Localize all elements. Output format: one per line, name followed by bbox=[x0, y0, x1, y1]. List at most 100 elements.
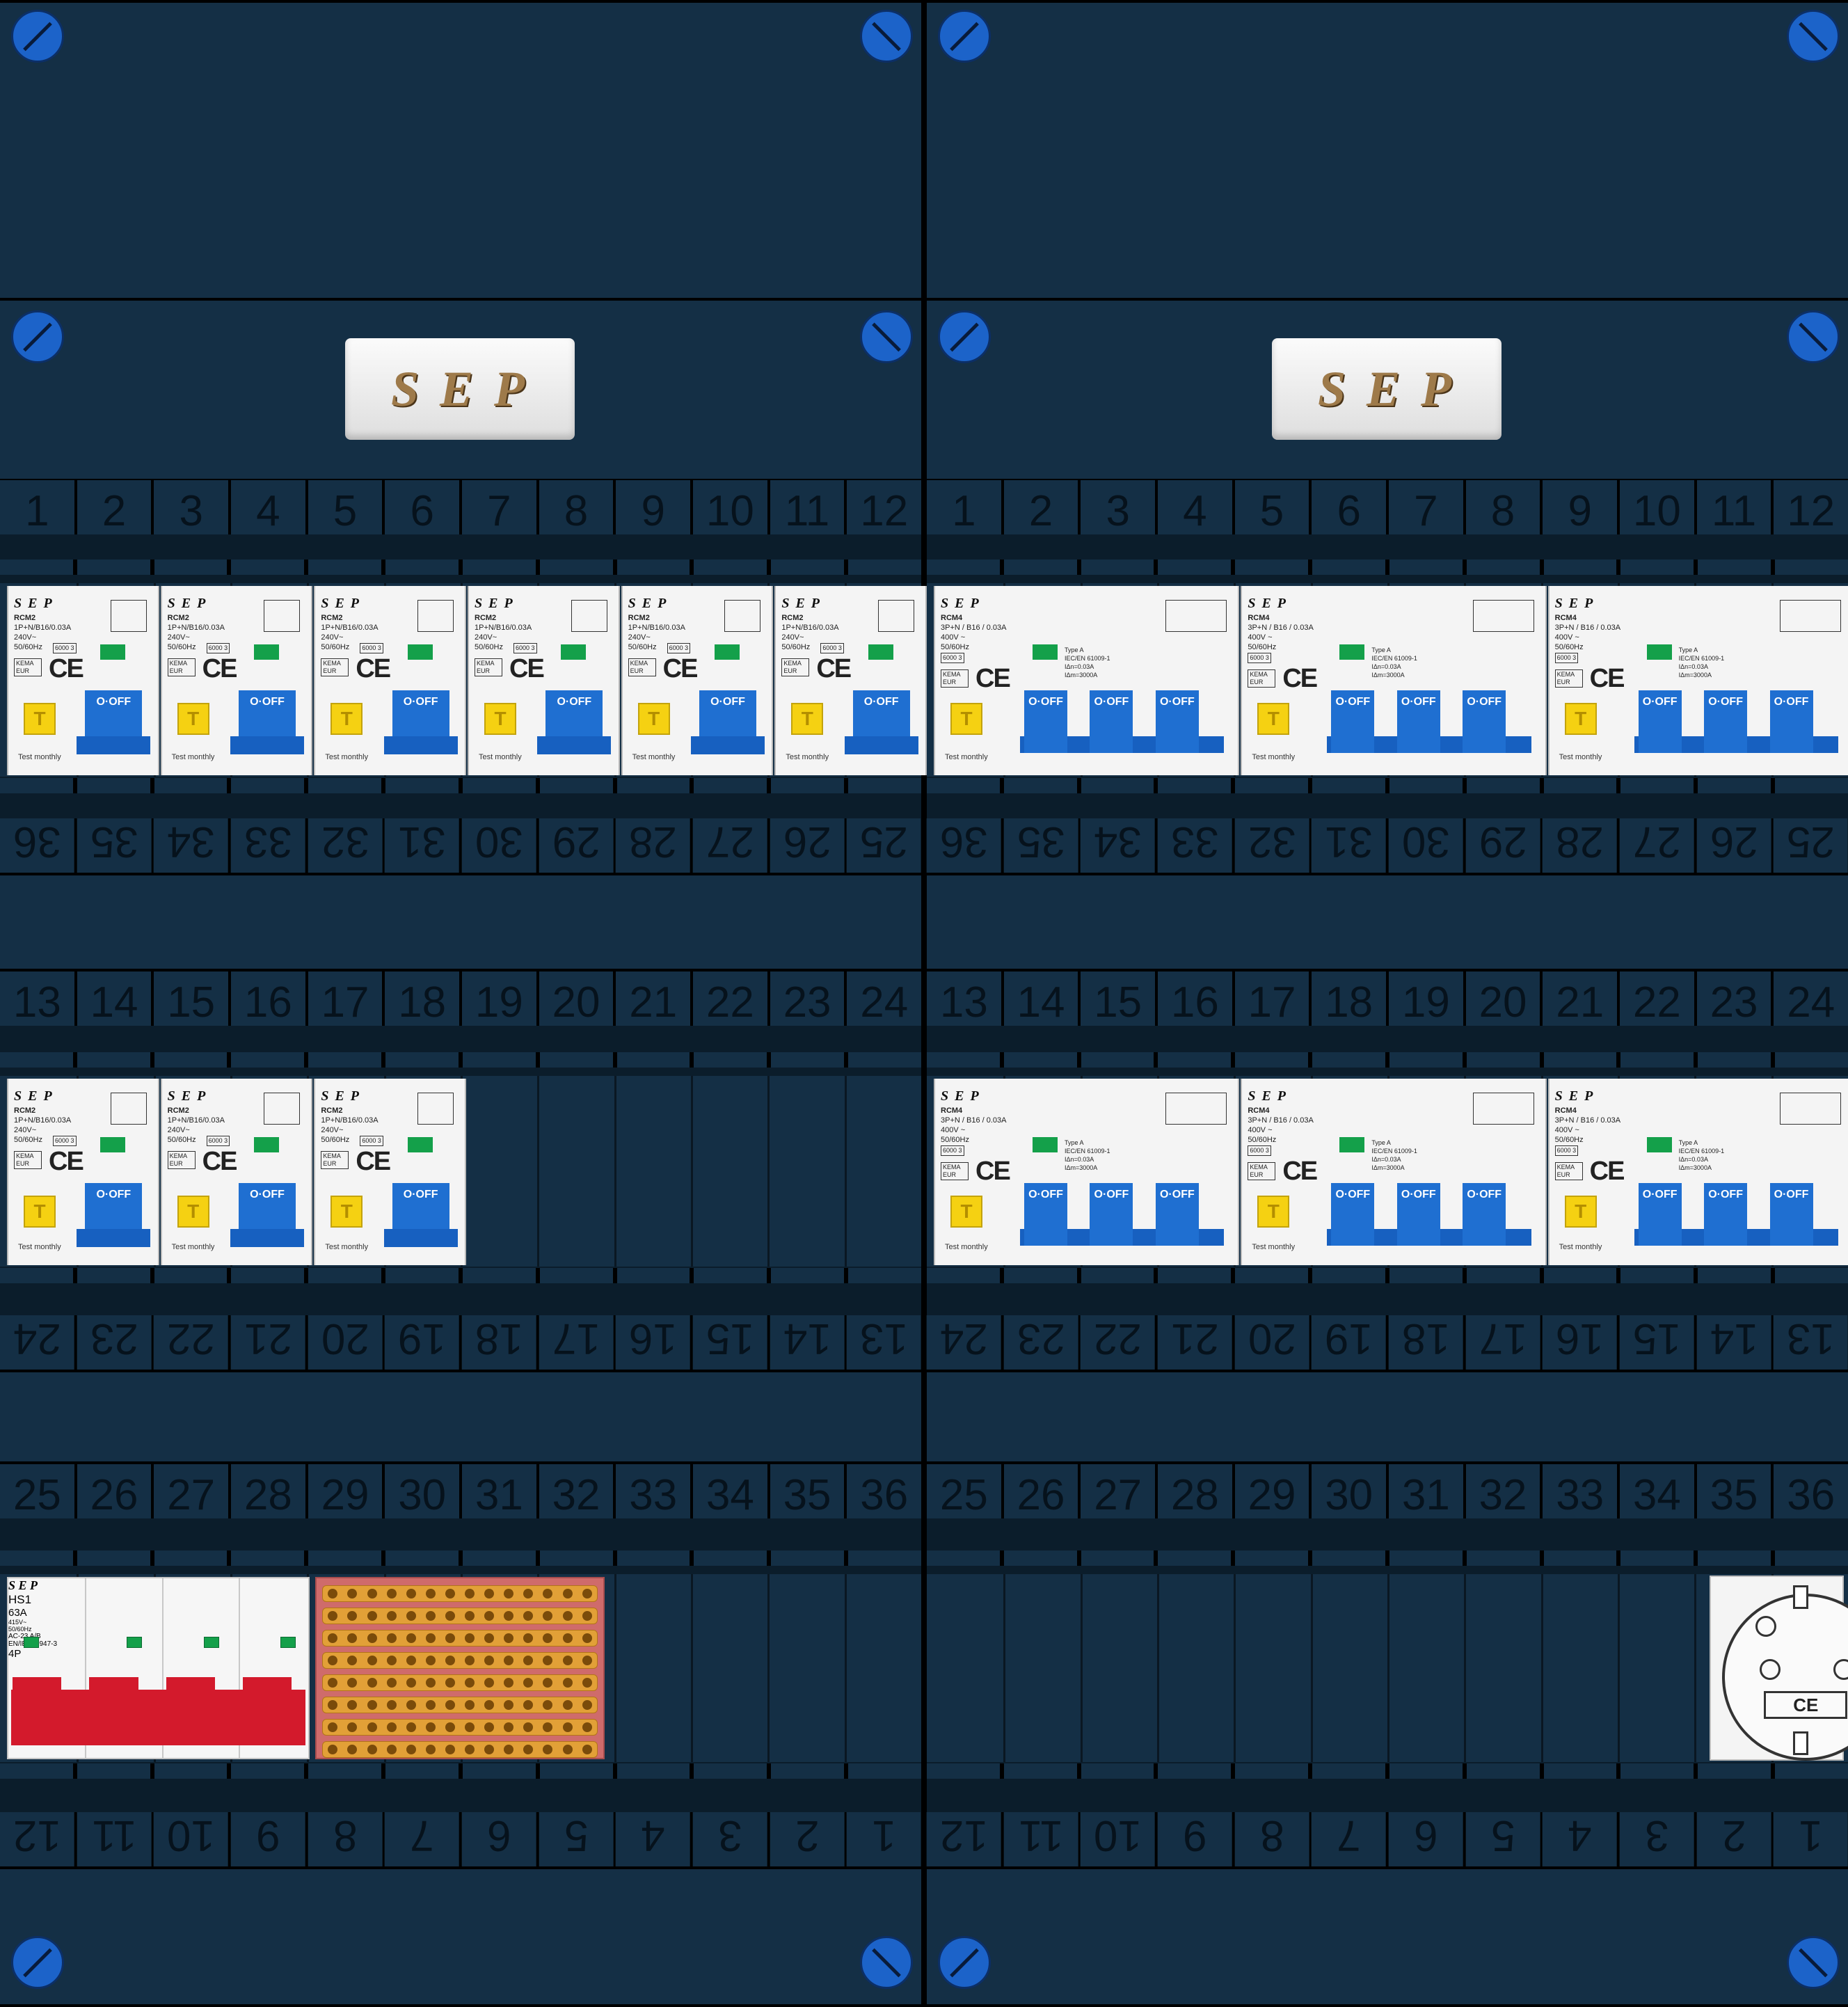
breaker-lever[interactable]: O·OFF bbox=[1704, 690, 1748, 753]
rcbo-2pole: S E P RCM2 1P+N/B16/0.03A 240V~ 50/60Hz 6000 … bbox=[160, 586, 313, 775]
breaker-lever[interactable]: O·OFF bbox=[1024, 690, 1067, 753]
off-label: O·OFF bbox=[863, 696, 899, 708]
din-position-number: 28 bbox=[231, 1464, 305, 1518]
terminal-screw-icon bbox=[425, 1700, 436, 1710]
test-button[interactable]: T bbox=[1564, 703, 1597, 735]
breaker-lever[interactable]: O·OFF bbox=[1396, 690, 1440, 753]
rail-tab bbox=[1389, 1550, 1463, 1566]
test-button[interactable]: T bbox=[330, 1196, 363, 1228]
din-position-number: 21 bbox=[616, 971, 691, 1026]
breaker-lever[interactable]: O·OFF bbox=[1638, 690, 1682, 753]
terminal-screw-icon bbox=[406, 1678, 416, 1688]
test-button[interactable]: T bbox=[1564, 1196, 1597, 1228]
terminal-row bbox=[322, 1719, 598, 1736]
test-button[interactable]: T bbox=[24, 703, 56, 735]
rail-tab bbox=[1081, 1550, 1154, 1566]
rail-tab bbox=[1389, 1052, 1463, 1068]
test-button[interactable]: T bbox=[1257, 703, 1290, 735]
breaker-lever[interactable]: O·OFF bbox=[1463, 1183, 1506, 1246]
test-button[interactable]: T bbox=[177, 703, 209, 735]
rating-label: 1P+N/B16/0.03A bbox=[167, 1116, 225, 1125]
screw-icon bbox=[11, 10, 64, 63]
rail-tab bbox=[1466, 1550, 1540, 1566]
off-label: O·OFF bbox=[1774, 1189, 1809, 1200]
din-position-number: 35 bbox=[77, 818, 152, 873]
blank-plate-divider bbox=[1157, 1574, 1159, 1762]
voltage-label: 240V~ bbox=[321, 1126, 344, 1134]
rail-tab bbox=[1312, 1763, 1385, 1779]
rail-tabs bbox=[0, 1052, 921, 1068]
rail-tab bbox=[539, 1550, 613, 1566]
din-position-number: 35 bbox=[770, 1464, 845, 1518]
rail-tabs bbox=[0, 1268, 921, 1283]
test-button[interactable]: T bbox=[24, 1196, 56, 1228]
rail-tab bbox=[1081, 1052, 1154, 1068]
rail-tab bbox=[616, 1763, 690, 1779]
voltage-label: 400V ~ bbox=[941, 633, 966, 642]
terminal-screw-icon bbox=[445, 1589, 455, 1599]
din-position-number: 14 bbox=[770, 1315, 845, 1370]
din-rail bbox=[0, 1518, 921, 1574]
test-button[interactable]: T bbox=[637, 703, 670, 735]
rail-tab bbox=[1158, 1763, 1232, 1779]
din-position-number: 19 bbox=[1389, 971, 1463, 1026]
breaker-lever[interactable]: O·OFF bbox=[1024, 1183, 1067, 1246]
frequency-label: 50/60Hz bbox=[321, 643, 350, 651]
voltage-label: 400V ~ bbox=[1248, 633, 1273, 642]
terminal-screw-icon bbox=[484, 1589, 495, 1599]
test-button[interactable]: T bbox=[484, 703, 516, 735]
test-button[interactable]: T bbox=[950, 703, 982, 735]
rail-tab bbox=[1698, 1763, 1771, 1779]
din-position-number: 7 bbox=[1389, 480, 1463, 534]
breaker-lever[interactable]: O·OFF bbox=[1090, 1183, 1133, 1246]
off-label: O·OFF bbox=[1774, 696, 1809, 708]
model-label: RCM4 bbox=[941, 1106, 963, 1115]
frequency-label: 50/60Hz bbox=[781, 643, 811, 651]
brand-logo: S E P bbox=[941, 596, 980, 611]
breaking-capacity-label: 6000 3 bbox=[53, 643, 77, 653]
din-position-number: 22 bbox=[1081, 1315, 1156, 1370]
breaker-lever[interactable]: O·OFF bbox=[1638, 1183, 1682, 1246]
breaker-lever[interactable]: O·OFF bbox=[1155, 1183, 1199, 1246]
breaker-lever[interactable]: O·OFF bbox=[1463, 690, 1506, 753]
din-position-number: 34 bbox=[1081, 818, 1156, 873]
breaker-lever[interactable]: O·OFF bbox=[1331, 1183, 1375, 1246]
earth-clip-icon bbox=[1793, 1585, 1809, 1609]
test-button[interactable]: T bbox=[177, 1196, 209, 1228]
ce-mark: CE bbox=[356, 1147, 391, 1176]
circuit-diagram-icon bbox=[571, 600, 607, 632]
test-button[interactable]: T bbox=[330, 703, 363, 735]
breaker-lever[interactable]: O·OFF bbox=[1331, 690, 1375, 753]
breaker-lever[interactable]: O·OFF bbox=[1155, 690, 1199, 753]
screw-icon bbox=[860, 310, 913, 363]
breaker-lever[interactable]: O·OFF bbox=[1704, 1183, 1748, 1246]
terminal-screw-icon bbox=[582, 1633, 592, 1643]
din-position-number: 30 bbox=[1389, 818, 1463, 873]
terminal-screw-icon bbox=[328, 1633, 338, 1643]
breaker-lever[interactable]: O·OFF bbox=[1090, 690, 1133, 753]
test-button[interactable]: T bbox=[1257, 1196, 1290, 1228]
breaker-lever[interactable]: O·OFF bbox=[1769, 690, 1813, 753]
blank-plate-divider bbox=[691, 1574, 693, 1762]
din-position-number: 29 bbox=[1465, 818, 1540, 873]
rail-tab bbox=[1235, 1550, 1309, 1566]
blank-plate-divider bbox=[614, 1574, 616, 1762]
terminal-row bbox=[322, 1741, 598, 1758]
rail-tabs bbox=[927, 1763, 1848, 1779]
breaker-lever[interactable]: O·OFF bbox=[1769, 1183, 1813, 1246]
switch-handle[interactable] bbox=[11, 1690, 306, 1745]
rcbo-2pole: S E P RCM2 1P+N/B16/0.03A 240V~ 50/60Hz 6000 … bbox=[314, 586, 466, 775]
off-label: O·OFF bbox=[710, 696, 745, 708]
off-label: O·OFF bbox=[1094, 1189, 1129, 1200]
terminal-screw-icon bbox=[328, 1700, 338, 1710]
test-monthly-label: Test monthly bbox=[1559, 753, 1602, 761]
rail-tab bbox=[1389, 1763, 1463, 1779]
wall-socket[interactable]: CE bbox=[1710, 1576, 1848, 1761]
test-button[interactable]: T bbox=[791, 703, 824, 735]
rail-tab bbox=[1003, 1268, 1077, 1283]
test-button[interactable]: T bbox=[950, 1196, 982, 1228]
circuit-diagram-icon bbox=[264, 600, 301, 632]
breaker-lever[interactable]: O·OFF bbox=[1396, 1183, 1440, 1246]
din-position-number: 36 bbox=[847, 1464, 922, 1518]
rating-label: 1P+N/B16/0.03A bbox=[14, 1116, 72, 1125]
